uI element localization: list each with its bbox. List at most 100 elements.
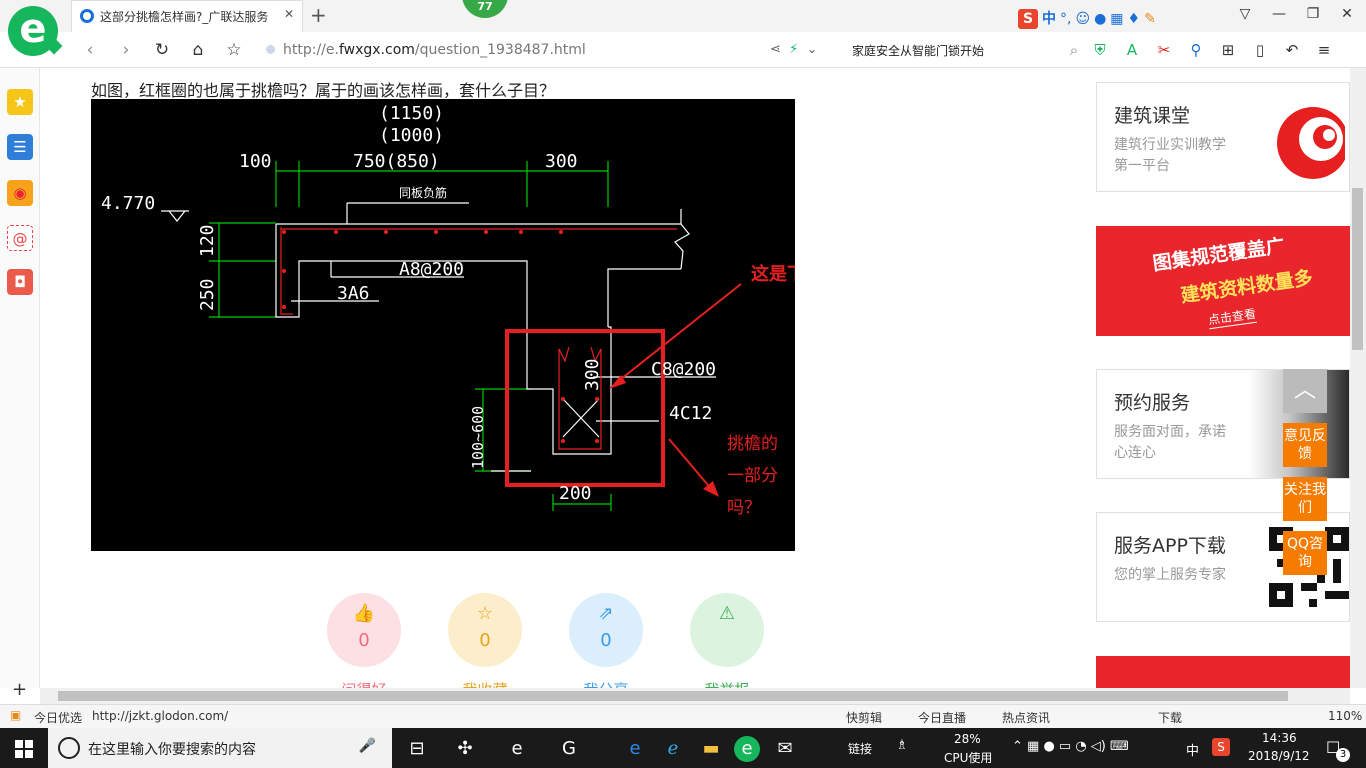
mail-app-icon[interactable]: ✉	[772, 736, 798, 762]
share-button[interactable]: ⇗0我分享	[569, 593, 643, 699]
elevation-label: 4.770	[101, 193, 155, 214]
phone-icon[interactable]: ▯	[1244, 41, 1276, 59]
forward-icon[interactable]: ›	[108, 40, 144, 60]
zoom-level[interactable]: 110%	[1328, 709, 1362, 723]
report-button[interactable]: ⚠我举报	[690, 593, 764, 699]
keyboard-icon[interactable]: ▦	[1110, 11, 1123, 27]
browser-taskbar-icon[interactable]: e	[734, 736, 760, 762]
dim-label: (1150)	[379, 103, 444, 124]
file-explorer-icon[interactable]: ▬	[698, 736, 724, 762]
apps-icon[interactable]: ⊞	[1212, 41, 1244, 59]
browser-toolbar: ⌕ ⛨ A ✂ ⚲ ⊞ ▯ ↶ ≡	[1064, 41, 1340, 59]
ie-icon[interactable]: ℯ	[660, 736, 686, 762]
dim-label: 100~600	[469, 406, 487, 469]
annotation-cornice: 挑檐的	[727, 434, 778, 454]
punctuation-icon[interactable]: °,	[1060, 11, 1071, 27]
quick-clip-button[interactable]: 快剪辑	[846, 709, 882, 726]
good-question-button[interactable]: 👍0问得好	[327, 593, 401, 699]
qq-consult-button[interactable]: QQ咨询	[1283, 531, 1327, 575]
translate-icon[interactable]: A	[1116, 41, 1148, 59]
bottom-banner[interactable]	[1096, 656, 1350, 688]
restore-button[interactable]: ❐	[1296, 6, 1330, 22]
notification-badge[interactable]: 77	[462, 0, 508, 18]
tools-icon[interactable]: ✎	[1144, 11, 1156, 27]
sidebar-add-button[interactable]: +	[12, 679, 27, 700]
live-button[interactable]: 今日直播	[918, 709, 966, 726]
skin-shirt-icon[interactable]: ▽	[1228, 6, 1262, 22]
slab-rebar-label: 同板负筋	[399, 185, 447, 200]
annotation-beam: 这是下挂梁，合并梁，套有梁板	[751, 263, 795, 285]
sogou-icon[interactable]: S	[1018, 9, 1038, 29]
dim-label: 250	[197, 278, 218, 311]
scrollbar-thumb[interactable]	[58, 691, 1288, 701]
download-button[interactable]: 下载	[1158, 709, 1182, 726]
task-view-icon[interactable]: ⊟	[404, 736, 430, 762]
collect-button[interactable]: ☆0我收藏	[448, 593, 522, 699]
banner-atlas[interactable]: 图集规范覆盖广 建筑资料数量多 点击查看	[1096, 226, 1350, 336]
user-icon[interactable]: ♗	[896, 738, 908, 753]
horizontal-scrollbar[interactable]	[40, 688, 1350, 704]
game-icon[interactable]: ◘	[7, 269, 33, 295]
sogou-tray-icon[interactable]: S	[1212, 738, 1230, 756]
favorites-star-icon[interactable]: ★	[7, 89, 33, 115]
view-button[interactable]: 点击查看	[1206, 304, 1258, 330]
refresh-icon[interactable]: ↻	[144, 40, 180, 60]
close-tab-icon[interactable]: ✕	[284, 7, 294, 21]
windows-start-icon[interactable]	[15, 740, 33, 758]
favorite-star-icon[interactable]: ☆	[216, 40, 252, 60]
card-building-class[interactable]: 建筑课堂 建筑行业实训教学第一平台	[1096, 82, 1350, 192]
edge-icon[interactable]: e	[622, 736, 648, 762]
magnifier-icon[interactable]: ⚲	[1180, 41, 1212, 59]
browser-logo-icon[interactable]: e	[8, 6, 58, 56]
hot-news-button[interactable]: 热点资讯	[1002, 709, 1050, 726]
close-window-button[interactable]: ✕	[1330, 6, 1364, 22]
ie-app-icon[interactable]: e	[504, 736, 530, 762]
ime-indicator[interactable]: 中	[1186, 740, 1199, 759]
home-icon[interactable]: ⌂	[180, 40, 216, 60]
star-icon: ☆	[476, 603, 494, 624]
browser-tab[interactable]: 这部分挑檐怎样画?_广联达服务 ✕	[71, 0, 303, 32]
weibo-icon[interactable]: ◉	[7, 180, 33, 206]
dim-label: 750(850)	[353, 151, 440, 172]
clock-date[interactable]: 2018/9/12	[1248, 749, 1310, 763]
back-icon[interactable]: ‹	[72, 40, 108, 60]
glodon-app-icon[interactable]: G	[556, 736, 582, 762]
follow-us-button[interactable]: 关注我们	[1283, 477, 1327, 521]
back-to-top-button[interactable]: ︿	[1283, 369, 1327, 413]
url-field[interactable]: http://e.fwxgx.com/question_1938487.html	[266, 42, 586, 58]
status-url: http://jzkt.glodon.com/	[92, 709, 229, 723]
cpu-percent: 28%	[954, 732, 981, 746]
shield-icon[interactable]: ⛨	[1084, 41, 1116, 59]
dropdown-icon[interactable]: ⌄	[807, 42, 818, 57]
fan-app-icon[interactable]: ✣	[452, 736, 478, 762]
skin-icon[interactable]: ♦	[1128, 11, 1141, 27]
minimize-button[interactable]: —	[1262, 6, 1296, 22]
site-info-icon[interactable]	[266, 45, 275, 54]
mail-icon[interactable]: @	[7, 225, 33, 251]
undo-icon[interactable]: ↶	[1276, 41, 1308, 59]
feedback-button[interactable]: 意见反馈	[1283, 423, 1327, 467]
search-icon[interactable]: ⌕	[1064, 41, 1084, 59]
microphone-icon[interactable]: 🎤	[359, 738, 376, 754]
gift-icon[interactable]: ▣	[10, 708, 21, 722]
new-tab-button[interactable]: +	[310, 3, 327, 27]
clock-time[interactable]: 14:36	[1262, 731, 1297, 745]
left-sidebar: ★ ☰ ◉ @ ◘ +	[0, 68, 40, 700]
vertical-scrollbar[interactable]	[1350, 68, 1366, 688]
scissors-icon[interactable]: ✂	[1148, 41, 1180, 59]
ime-language[interactable]: 中	[1042, 11, 1056, 27]
scrollbar-thumb[interactable]	[1352, 188, 1363, 350]
reading-list-icon[interactable]: ☰	[7, 134, 33, 160]
lightning-icon[interactable]: ⚡	[789, 42, 798, 57]
taskbar-search[interactable]: 在这里输入你要搜索的内容 🎤	[48, 728, 392, 768]
share-icon[interactable]: ⋖	[770, 42, 781, 57]
status-bar: ▣ 今日优选 http://jzkt.glodon.com/ 快剪辑 今日直播 …	[0, 704, 1366, 728]
menu-icon[interactable]: ≡	[1308, 41, 1340, 59]
today-picks[interactable]: 今日优选	[34, 709, 82, 726]
microphone-icon[interactable]: ●	[1094, 11, 1106, 27]
cpu-label: CPU使用	[944, 751, 993, 765]
news-ticker[interactable]: 家庭安全从智能门锁开始	[852, 42, 984, 59]
emoji-icon[interactable]: ☺	[1075, 11, 1090, 27]
tray-icons[interactable]: ⌃ ▦ ● ▭ ◔ ◁) ⌨	[1012, 739, 1129, 754]
links-toolbar[interactable]: 链接	[848, 740, 872, 757]
